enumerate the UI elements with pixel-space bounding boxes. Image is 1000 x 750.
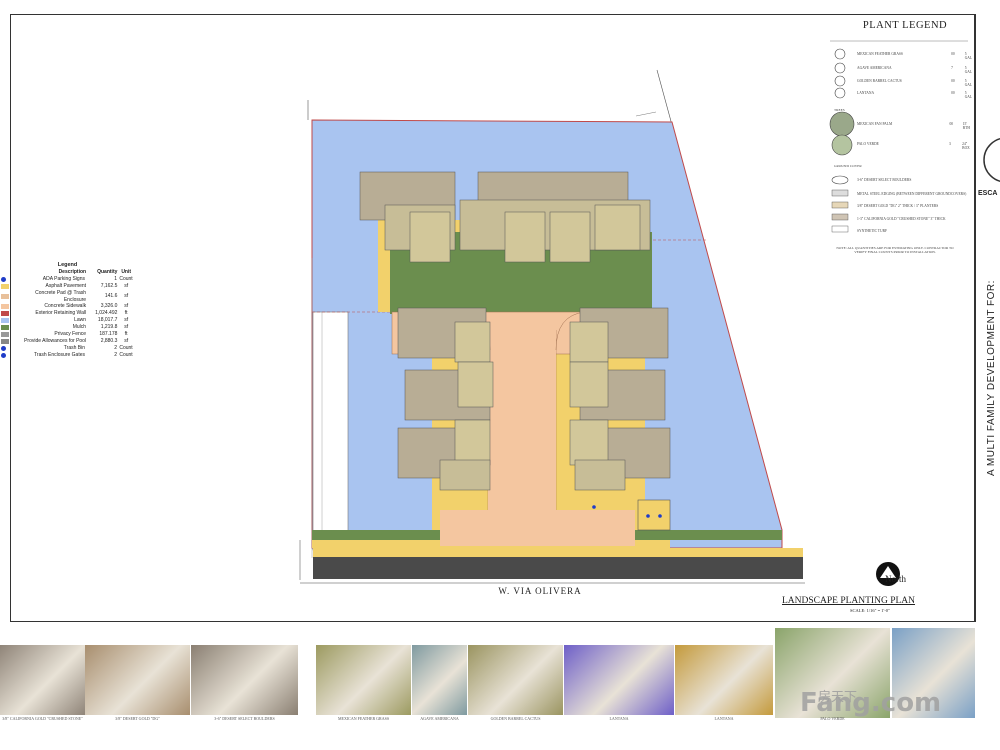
palo-verde-icon (831, 134, 853, 156)
material-photo-caption: 3-6" DESERT SELECT BOULDERS (214, 716, 275, 721)
street-pavement (313, 557, 803, 579)
material-photo-caption: MEXICAN FEATHER GRASS (337, 716, 390, 721)
curb-strip (313, 548, 803, 558)
material-photo-caption: AGAVE AMERICANA (420, 716, 459, 721)
material-photo-caption: 3/8" DESERT GOLD "DG" (115, 716, 160, 721)
material-photo (316, 645, 411, 715)
building-units-right (569, 307, 671, 491)
retaining-wall-strip (312, 311, 349, 551)
material-photo-caption: LANTANA (714, 716, 734, 721)
building-units-left (397, 307, 494, 491)
material-photo (85, 645, 190, 715)
plan-title: LANDSCAPE PLANTING PLAN (782, 596, 916, 606)
ada-parking-sign (592, 505, 596, 509)
street-name: W. VIA OLIVERA (498, 586, 582, 596)
material-photo (412, 645, 467, 715)
material-photo-caption: GOLDEN BARREL CACTUS (490, 716, 541, 721)
material-photo (564, 645, 674, 715)
trash-enclosure (637, 499, 671, 531)
material-photo-caption: 3/8" CALIFORNIA GOLD "CRUSHED STONE" (2, 716, 83, 721)
material-photo (675, 645, 773, 715)
lantana-icon (834, 87, 846, 99)
title-block-seal (983, 138, 1000, 182)
north-label: North (885, 574, 906, 584)
plant-legend: PLANT LEGEND MEXICAN FEATHER GRASS 00 5 GA… (820, 18, 972, 323)
material-photo (191, 645, 298, 715)
building-units-top (359, 171, 651, 263)
plan-scale: SCALE: 1/16" = 1'-0" (850, 608, 890, 613)
project-title: A MULTI FAMILY DEVELOPMENT FOR: (986, 280, 997, 476)
feather-grass-icon (834, 48, 846, 60)
material-photo-caption: LANTANA (609, 716, 629, 721)
plant-symbols (829, 40, 968, 233)
trash-bin (646, 514, 650, 518)
trash-bin (658, 514, 662, 518)
barrel-cactus-icon (834, 75, 846, 87)
material-photo (468, 645, 563, 715)
material-photo (0, 645, 85, 715)
watermark-cn: 房天下 (818, 689, 858, 704)
company-name: ESCA (978, 190, 998, 197)
property-line (656, 69, 673, 126)
agave-icon (834, 62, 846, 74)
fan-palm-icon (829, 111, 855, 137)
